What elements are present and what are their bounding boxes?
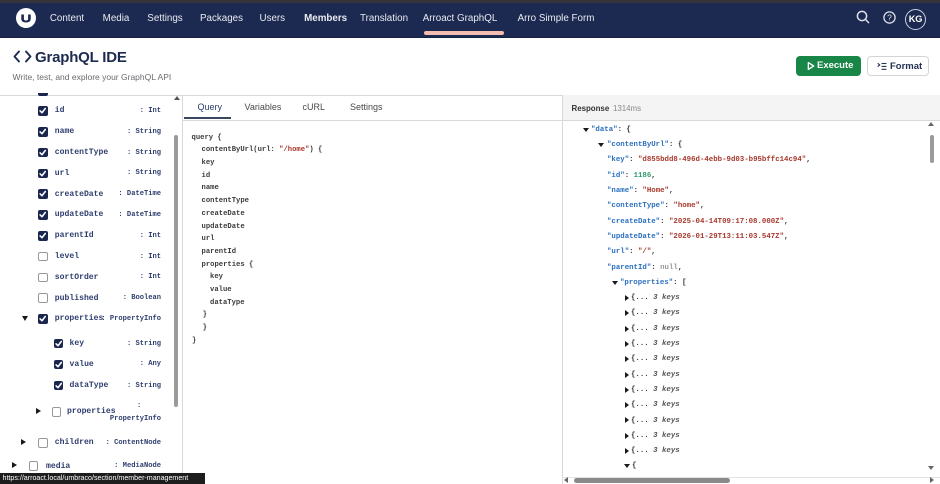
svg-text:?: ? <box>887 12 892 22</box>
